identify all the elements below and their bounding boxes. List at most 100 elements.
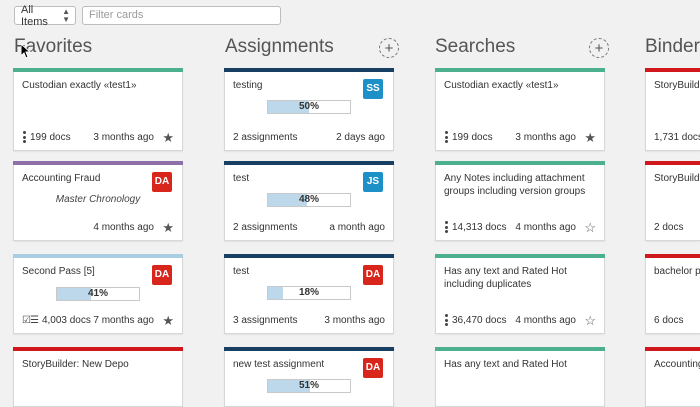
card-footer: 14,313 docs 4 months ago ☆ — [444, 220, 596, 234]
star-outline-icon[interactable]: ☆ — [582, 314, 596, 327]
card-title: Has any text and Rated Hot including dup… — [444, 266, 567, 290]
favorite-card[interactable]: Custodian exactly «test1» 199 docs 3 mon… — [13, 68, 183, 151]
star-icon[interactable]: ★ — [160, 314, 174, 327]
search-card[interactable]: Has any text and Rated Hot including dup… — [435, 254, 605, 334]
card-time: 4 months ago — [515, 221, 576, 233]
card-time: 4 months ago — [515, 314, 576, 326]
binders-title: Binders — [645, 36, 700, 57]
card-time: 3 months ago — [515, 131, 576, 143]
filter-cards-input[interactable]: Filter cards — [82, 6, 281, 25]
doc-count: 199 docs — [452, 131, 493, 143]
card-title: Accounting Fraud — [22, 173, 101, 184]
more-options-icon[interactable] — [444, 314, 448, 326]
card-color-bar — [645, 254, 700, 258]
assignments-column: Assignments + — [225, 36, 399, 60]
items-filter-select[interactable]: All Items ▲ ▼ — [14, 3, 76, 28]
card-time: 7 months ago — [93, 314, 154, 326]
card-color-bar — [435, 254, 605, 258]
assignment-card[interactable]: testing SS 50% 2 assignments 2 days ago — [224, 68, 394, 151]
doc-count: 199 docs — [30, 131, 71, 143]
star-icon[interactable]: ★ — [160, 131, 174, 144]
card-time: 3 months ago — [93, 131, 154, 143]
progress-bar: 41% — [56, 287, 140, 301]
card-color-bar — [13, 68, 183, 72]
star-icon[interactable]: ★ — [160, 221, 174, 234]
card-time: a month ago — [329, 221, 385, 233]
card-color-bar — [13, 347, 183, 351]
card-color-bar — [645, 161, 700, 165]
card-color-bar — [224, 161, 394, 165]
favorite-card[interactable]: Accounting Fraud DA Master Chronology 4 … — [13, 161, 183, 241]
card-footer: 3 assignments 3 months ago — [233, 313, 385, 327]
favorites-title: Favorites — [14, 36, 93, 57]
card-color-bar — [435, 161, 605, 165]
search-card[interactable]: Has any text and Rated Hot — [435, 347, 605, 407]
doc-count: 2 docs — [654, 221, 684, 233]
card-color-bar — [645, 347, 700, 351]
add-assignment-button[interactable]: + — [379, 38, 399, 58]
card-title: bachelor p — [654, 266, 700, 277]
add-search-button[interactable]: + — [589, 38, 609, 58]
more-options-icon[interactable] — [444, 221, 448, 233]
assignment-count: 2 assignments — [233, 221, 298, 233]
progress-percent: 41% — [87, 288, 108, 299]
binders-column: Binders — [645, 36, 700, 60]
card-time: 4 months ago — [93, 221, 154, 233]
progress-bar: 51% — [267, 379, 351, 393]
select-arrows-icon: ▲ ▼ — [62, 6, 70, 24]
doc-count: 1,731 docs — [654, 131, 700, 143]
card-title: StoryBuild — [654, 80, 700, 91]
card-title: Second Pass [5] — [22, 266, 95, 277]
card-subtitle: Master Chronology — [55, 194, 141, 205]
card-title: StoryBuild — [654, 173, 700, 184]
star-icon[interactable]: ★ — [582, 131, 596, 144]
user-badge: DA — [363, 358, 383, 378]
assignment-card[interactable]: test JS 48% 2 assignments a month ago — [224, 161, 394, 241]
search-card[interactable]: Custodian exactly «test1» 199 docs 3 mon… — [435, 68, 605, 151]
assignment-count: 2 assignments — [233, 131, 298, 143]
card-time: 3 months ago — [324, 314, 385, 326]
card-color-bar — [645, 68, 700, 72]
mouse-cursor-icon — [21, 44, 31, 59]
card-color-bar — [13, 161, 183, 165]
more-options-icon[interactable] — [444, 131, 448, 143]
assignment-card[interactable]: new test assignment DA 51% — [224, 347, 394, 407]
searches-title: Searches — [435, 36, 516, 57]
binder-card[interactable]: bachelor p 6 docs — [645, 254, 700, 334]
assignment-card[interactable]: test DA 18% 3 assignments 3 months ago — [224, 254, 394, 334]
favorite-card[interactable]: Second Pass [5] DA 41% ☑☰ 4,003 docs 7 m… — [13, 254, 183, 334]
binder-card[interactable]: StoryBuild 2 docs — [645, 161, 700, 241]
doc-count: 6 docs — [654, 314, 684, 326]
card-footer: 1,731 docs — [654, 130, 700, 144]
user-badge: DA — [152, 265, 172, 285]
card-footer: 2 assignments a month ago — [233, 220, 385, 234]
card-footer: ☑☰ 4,003 docs 7 months ago ★ — [22, 313, 174, 327]
card-color-bar — [13, 254, 183, 258]
star-outline-icon[interactable]: ☆ — [582, 221, 596, 234]
card-title: Custodian exactly «test1» — [22, 80, 137, 91]
progress-percent: 51% — [298, 380, 319, 391]
more-options-icon[interactable] — [22, 131, 26, 143]
card-title: StoryBuilder: New Depo — [22, 359, 129, 370]
card-title: testing — [233, 80, 263, 91]
items-filter-select-value: All Items — [21, 3, 48, 28]
user-badge: DA — [363, 265, 383, 285]
doc-count: 14,313 docs — [452, 221, 507, 233]
favorite-card[interactable]: StoryBuilder: New Depo — [13, 347, 183, 407]
card-footer: 199 docs 3 months ago ★ — [444, 130, 596, 144]
progress-percent: 50% — [298, 101, 319, 112]
card-title: Any Notes including attachment groups in… — [444, 173, 586, 197]
binder-card[interactable]: StoryBuild 1,731 docs — [645, 68, 700, 151]
card-footer: 4 months ago ★ — [22, 220, 174, 234]
doc-count: 4,003 docs — [41, 314, 91, 326]
search-card[interactable]: Any Notes including attachment groups in… — [435, 161, 605, 241]
card-footer: 6 docs — [654, 313, 700, 327]
user-badge: DA — [152, 172, 172, 192]
card-footer: 36,470 docs 4 months ago ☆ — [444, 313, 596, 327]
card-color-bar — [435, 68, 605, 72]
card-color-bar — [224, 254, 394, 258]
favorites-column: Favorites — [14, 36, 184, 60]
card-title: test — [233, 266, 250, 277]
binder-card[interactable]: Accounting — [645, 347, 700, 407]
doc-count: 36,470 docs — [452, 314, 507, 326]
